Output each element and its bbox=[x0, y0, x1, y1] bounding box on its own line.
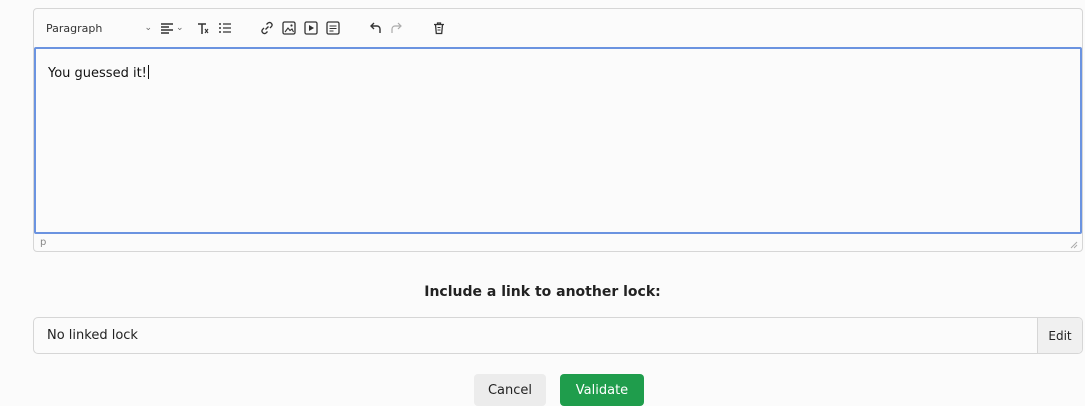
editor-content-area[interactable]: You guessed it! bbox=[34, 47, 1082, 234]
chevron-down-icon: ⌄ bbox=[144, 23, 152, 33]
text-caret bbox=[147, 65, 149, 79]
linked-lock-value: No linked lock bbox=[47, 328, 138, 343]
clear-formatting-button[interactable] bbox=[192, 16, 214, 40]
redo-icon bbox=[390, 22, 404, 35]
rich-text-editor: Paragraph ⌄ ⌄ You guessed it! p bbox=[33, 8, 1083, 252]
link-section-heading: Include a link to another lock: bbox=[424, 284, 661, 300]
align-button[interactable]: ⌄ bbox=[160, 16, 184, 40]
bulleted-list-button[interactable] bbox=[214, 16, 236, 40]
block-format-label: Paragraph bbox=[46, 21, 103, 35]
editor-text: You guessed it! bbox=[48, 66, 147, 81]
editor-toolbar: Paragraph ⌄ ⌄ bbox=[34, 9, 1082, 47]
bulleted-list-icon bbox=[218, 22, 232, 34]
undo-button[interactable] bbox=[364, 16, 386, 40]
gif-icon bbox=[325, 21, 340, 35]
video-icon bbox=[303, 21, 318, 35]
insert-image-button[interactable] bbox=[278, 16, 300, 40]
delete-button[interactable] bbox=[428, 16, 450, 40]
insert-gif-button[interactable] bbox=[322, 16, 344, 40]
align-left-icon bbox=[160, 22, 174, 34]
undo-icon bbox=[368, 22, 382, 35]
editor-statusbar: p bbox=[34, 235, 1082, 252]
block-format-dropdown[interactable]: Paragraph ⌄ bbox=[46, 16, 152, 40]
link-icon bbox=[260, 21, 274, 35]
linked-lock-field: No linked lock Edit bbox=[33, 317, 1083, 354]
element-path: p bbox=[40, 237, 47, 248]
validate-button[interactable]: Validate bbox=[560, 374, 644, 406]
clear-formatting-icon bbox=[196, 22, 210, 35]
edit-link-button[interactable]: Edit bbox=[1037, 318, 1082, 353]
resize-handle-icon[interactable] bbox=[1070, 241, 1078, 249]
image-icon bbox=[281, 21, 296, 35]
insert-video-button[interactable] bbox=[300, 16, 322, 40]
redo-button[interactable] bbox=[386, 16, 408, 40]
delete-icon bbox=[432, 21, 446, 35]
chevron-down-icon: ⌄ bbox=[176, 23, 184, 33]
insert-link-button[interactable] bbox=[256, 16, 278, 40]
editor-paragraph: You guessed it! bbox=[48, 65, 149, 81]
cancel-button[interactable]: Cancel bbox=[474, 374, 546, 406]
